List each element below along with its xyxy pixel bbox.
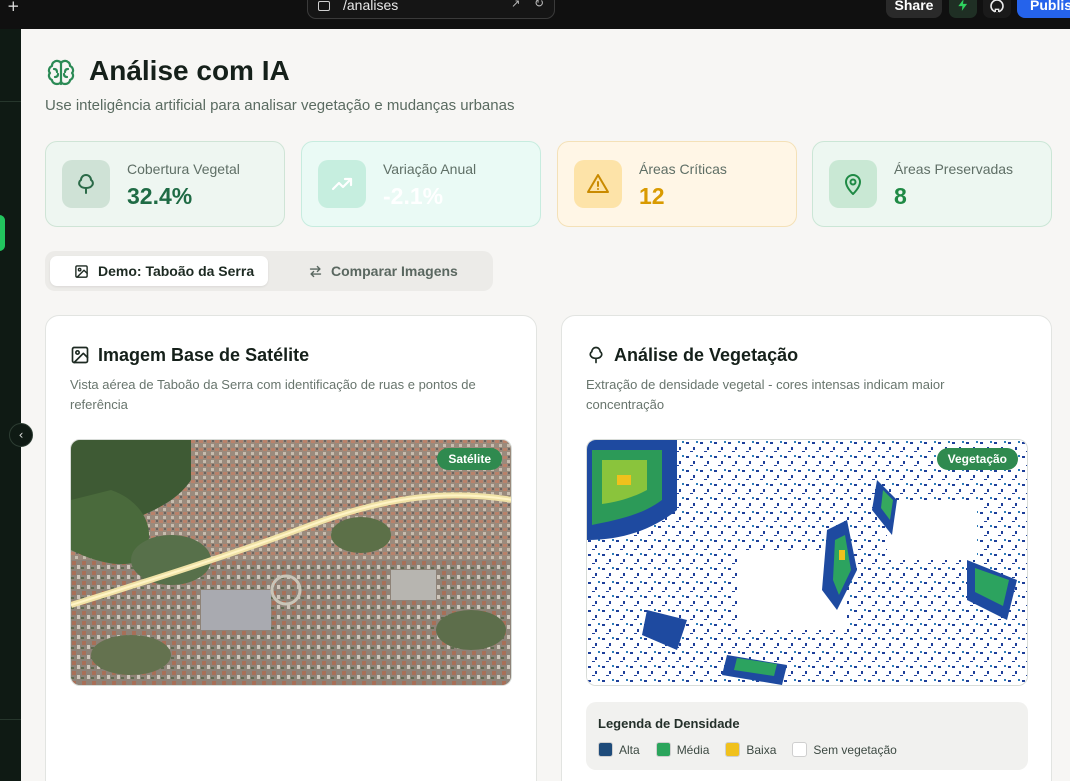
image-icon <box>75 265 88 278</box>
vegetation-panel: Análise de Vegetação Extração de densida… <box>561 315 1052 781</box>
bolt-icon <box>958 0 968 11</box>
legend-item-medium: Média <box>655 742 710 757</box>
open-external-icon[interactable]: ↗ <box>511 0 520 10</box>
legend-title: Legenda de Densidade <box>598 716 740 731</box>
tab-label: Demo: Taboão da Serra <box>98 263 255 279</box>
stat-label: Áreas Preservadas <box>894 161 1014 177</box>
legend-label: Baixa <box>746 742 777 757</box>
legend-label: Sem vegetação <box>813 742 897 757</box>
stat-icon-box <box>318 160 366 208</box>
vegetation-badge: Vegetação <box>936 448 1018 470</box>
stat-value: -2.1% <box>383 183 444 209</box>
sidebar-divider <box>0 101 21 102</box>
reload-icon[interactable]: ↻ <box>534 0 544 10</box>
stat-value: 32.4% <box>127 183 193 209</box>
legend-swatch <box>725 742 741 757</box>
legend-label: Alta <box>619 742 640 757</box>
bolt-button[interactable] <box>949 0 977 18</box>
legend-swatch <box>655 742 671 757</box>
url-bar[interactable]: /analises ↗ ↻ <box>307 0 555 19</box>
sidebar <box>0 29 21 781</box>
panel-description: Extração de densidade vegetal - cores in… <box>586 377 945 412</box>
legend-label: Média <box>676 742 710 757</box>
satellite-panel: Imagem Base de Satélite Vista aérea de T… <box>45 315 537 781</box>
legend-swatch <box>792 742 808 757</box>
page-title: Análise com IA <box>89 55 290 86</box>
sidebar-active-item[interactable] <box>0 215 5 251</box>
stat-value: 8 <box>894 183 907 209</box>
page-icon <box>318 1 330 11</box>
stat-card-critical-areas: Áreas Críticas 12 <box>557 141 797 227</box>
panel-description: Vista aérea de Taboão da Serra com ident… <box>70 377 476 412</box>
new-tab-icon[interactable]: + <box>7 0 20 15</box>
github-button[interactable] <box>983 0 1011 18</box>
stat-label: Variação Anual <box>383 161 477 177</box>
url-text[interactable]: /analises <box>343 0 398 13</box>
view-tabs: Demo: Taboão da Serra Comparar Imagens <box>45 251 493 291</box>
density-legend: Legenda de Densidade Alta Média Baixa Se… <box>586 702 1028 770</box>
tab-label: Comparar Imagens <box>331 263 458 279</box>
share-button[interactable]: Share <box>886 0 942 18</box>
tree-icon <box>78 174 94 194</box>
brain-icon <box>47 59 75 86</box>
stat-card-vegetation-cover: Cobertura Vegetal 32.4% <box>45 141 285 227</box>
panel-title: Imagem Base de Satélite <box>98 345 310 365</box>
collapse-sidebar-button[interactable]: ‹ <box>9 423 33 447</box>
vegetation-map-illustration <box>587 440 1027 685</box>
stat-value: 12 <box>639 183 665 209</box>
stat-label: Áreas Críticas <box>639 161 727 177</box>
satellite-badge: Satélite <box>437 448 502 470</box>
legend-item-low: Baixa <box>725 742 776 757</box>
alert-triangle-icon <box>587 174 609 193</box>
page-subtitle: Use inteligência artificial para analisa… <box>45 97 515 114</box>
image-icon <box>71 346 89 364</box>
legend-swatch <box>598 742 613 757</box>
stat-icon-box <box>62 160 110 208</box>
browser-top-bar: + /analises ↗ ↻ Share Publish <box>0 0 1070 29</box>
legend-item-none: Sem vegetação <box>792 742 897 757</box>
map-pin-icon <box>845 174 861 195</box>
stat-icon-box <box>829 160 877 208</box>
stat-label: Cobertura Vegetal <box>127 161 240 177</box>
stat-card-annual-variation: Variação Anual -2.1% <box>301 141 541 227</box>
satellite-image: Satélite <box>70 439 512 686</box>
legend-items: Alta Média Baixa Sem vegetação <box>598 742 897 757</box>
publish-button[interactable]: Publish <box>1017 0 1070 18</box>
panel-title: Análise de Vegetação <box>614 345 799 365</box>
stat-card-preserved-areas: Áreas Preservadas 8 <box>812 141 1052 227</box>
chevron-left-icon: ‹ <box>18 428 24 442</box>
tab-compare[interactable]: Comparar Imagens <box>295 256 475 286</box>
tree-icon <box>589 346 603 364</box>
tab-demo[interactable]: Demo: Taboão da Serra <box>50 256 268 286</box>
github-icon <box>990 0 1004 13</box>
swap-icon <box>309 265 322 278</box>
stat-icon-box <box>574 160 622 208</box>
trending-up-icon <box>331 177 353 191</box>
legend-item-high: Alta <box>598 742 640 757</box>
vegetation-density-image: Vegetação <box>586 439 1028 686</box>
satellite-map-illustration <box>71 440 511 685</box>
sidebar-divider <box>0 719 21 720</box>
